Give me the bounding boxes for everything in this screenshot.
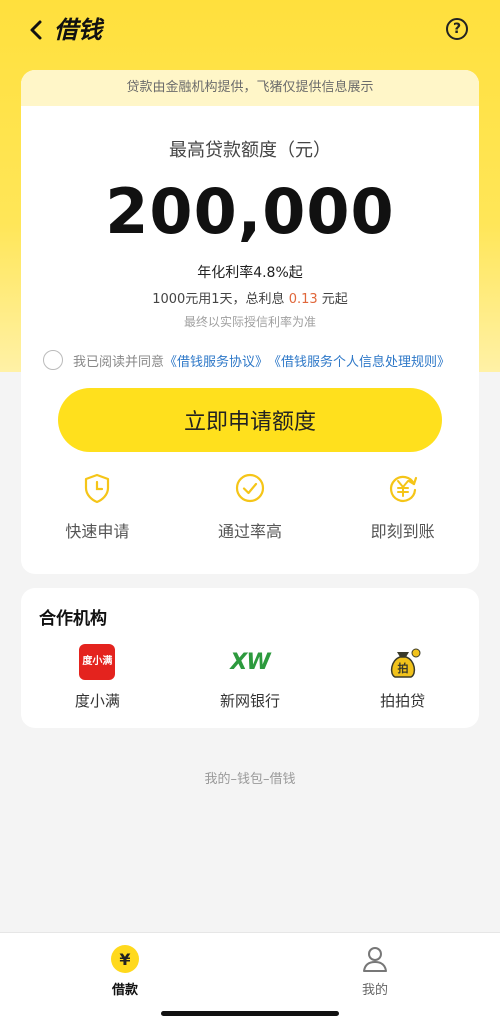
- entry-path-hint: 我的–钱包–借钱: [204, 772, 296, 787]
- shield-clock-icon: [85, 473, 110, 504]
- person-icon: [363, 947, 387, 972]
- agreement-row: 我已阅读并同意 《借钱服务协议》 《借钱服务个人信息处理规则》: [43, 350, 473, 370]
- feature-high-approval: 通过率高: [190, 472, 310, 552]
- home-indicator: [161, 1011, 339, 1016]
- yuan-icon-glyph: ¥: [119, 949, 131, 969]
- page-title: 借钱: [54, 16, 102, 44]
- partner-label: 拍拍贷: [380, 692, 426, 710]
- partner-label: 新网银行: [219, 692, 280, 710]
- partner-xinwang-bank[interactable]: XW 新网银行: [195, 644, 305, 711]
- tab-loan[interactable]: ¥ 借款: [85, 945, 165, 998]
- partner-duxiaoman[interactable]: 度小满 度小满: [42, 644, 152, 711]
- tab-label: 借款: [111, 983, 138, 998]
- apply-button[interactable]: 立即申请额度: [58, 388, 442, 452]
- annual-rate: 年化利率4.8%起: [197, 265, 303, 281]
- yuan-refresh-icon: [389, 475, 417, 502]
- service-agreement-link[interactable]: 《借钱服务协议》: [164, 351, 268, 370]
- partners-title: 合作机构: [39, 609, 107, 629]
- paipaidai-logo-text: 拍: [397, 661, 408, 675]
- feature-instant-arrival: 即刻到账: [343, 472, 463, 552]
- feature-label: 通过率高: [217, 522, 282, 541]
- rate-disclaimer: 最终以实际授信利率为准: [183, 315, 316, 329]
- question-icon: ?: [452, 21, 462, 37]
- interest-example: 1000元用1天，总利息 0.13 元起: [21, 288, 479, 307]
- partners-list: 度小满 度小满 XW 新网银行 拍 拍拍贷: [21, 644, 479, 711]
- interest-value: 0.13: [288, 292, 318, 307]
- loan-card: 贷款由金融机构提供，飞猪仅提供信息展示 最高贷款额度（元） 200,000 年化…: [21, 70, 479, 574]
- amount-label: 最高贷款额度（元）: [169, 140, 331, 161]
- max-amount: 200,000: [105, 175, 395, 248]
- bottom-tab-bar: ¥ 借款 我的: [0, 932, 500, 1019]
- agreement-checkbox[interactable]: [43, 350, 63, 370]
- tab-label: 我的: [361, 983, 388, 998]
- money-bag-icon: 拍: [390, 648, 421, 678]
- disclaimer-banner: 贷款由金融机构提供，飞猪仅提供信息展示: [21, 70, 479, 106]
- features-row: 快速申请 通过率高 即刻到账: [21, 472, 479, 552]
- tab-mine[interactable]: 我的: [335, 945, 415, 998]
- chevron-left-icon: [30, 20, 42, 40]
- xinwang-logo-icon: XW: [220, 644, 280, 680]
- feature-label: 即刻到账: [370, 522, 435, 541]
- yuan-icon: ¥: [111, 945, 139, 973]
- interest-suffix: 元起: [321, 292, 348, 307]
- xinwang-logo-text: XW: [230, 649, 270, 675]
- partner-label: 度小满: [74, 692, 120, 710]
- back-button[interactable]: [24, 14, 48, 46]
- duxiaoman-logo-text: 度小满: [82, 656, 113, 667]
- duxiaoman-logo-icon: 度小满: [79, 644, 116, 680]
- interest-prefix: 1000元用1天，总利息: [152, 292, 285, 307]
- agreement-prefix: 我已阅读并同意: [73, 354, 165, 370]
- privacy-rules-link[interactable]: 《借钱服务个人信息处理规则》: [268, 351, 450, 370]
- feature-label: 快速申请: [65, 522, 130, 541]
- feature-fast-apply: 快速申请: [37, 472, 157, 552]
- partners-card: 合作机构 度小满 度小满 XW 新网银行 拍 拍拍贷: [21, 588, 479, 728]
- help-button[interactable]: ?: [446, 18, 468, 40]
- partner-paipaidai[interactable]: 拍 拍拍贷: [348, 644, 458, 711]
- top-nav-bar: 借钱 ?: [0, 0, 500, 64]
- check-circle-icon: [235, 473, 265, 503]
